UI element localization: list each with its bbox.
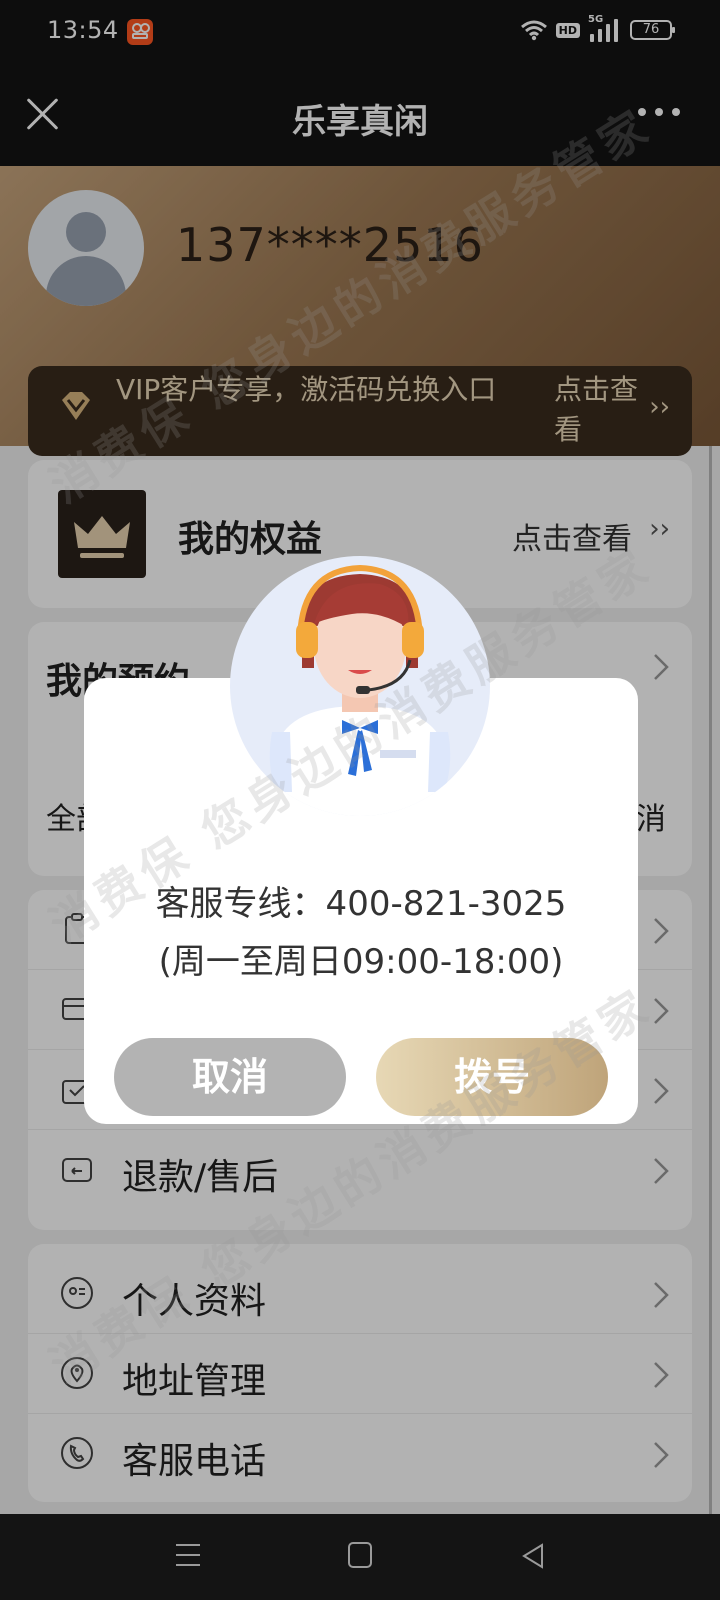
home-icon[interactable]: [348, 1542, 372, 1568]
system-nav-bar: [0, 1514, 720, 1600]
cancel-button[interactable]: 取消: [114, 1038, 346, 1116]
back-icon[interactable]: [520, 1542, 546, 1570]
hotline-text: 客服专线：400-821-3025: [155, 884, 567, 924]
service-hours-text: (周一至周日09:00-18:00): [158, 942, 564, 982]
customer-service-agent-icon: [230, 556, 490, 816]
dial-button[interactable]: 拨号: [376, 1038, 608, 1116]
scroll-edge: [709, 446, 712, 1514]
recent-apps-icon[interactable]: [176, 1544, 200, 1566]
